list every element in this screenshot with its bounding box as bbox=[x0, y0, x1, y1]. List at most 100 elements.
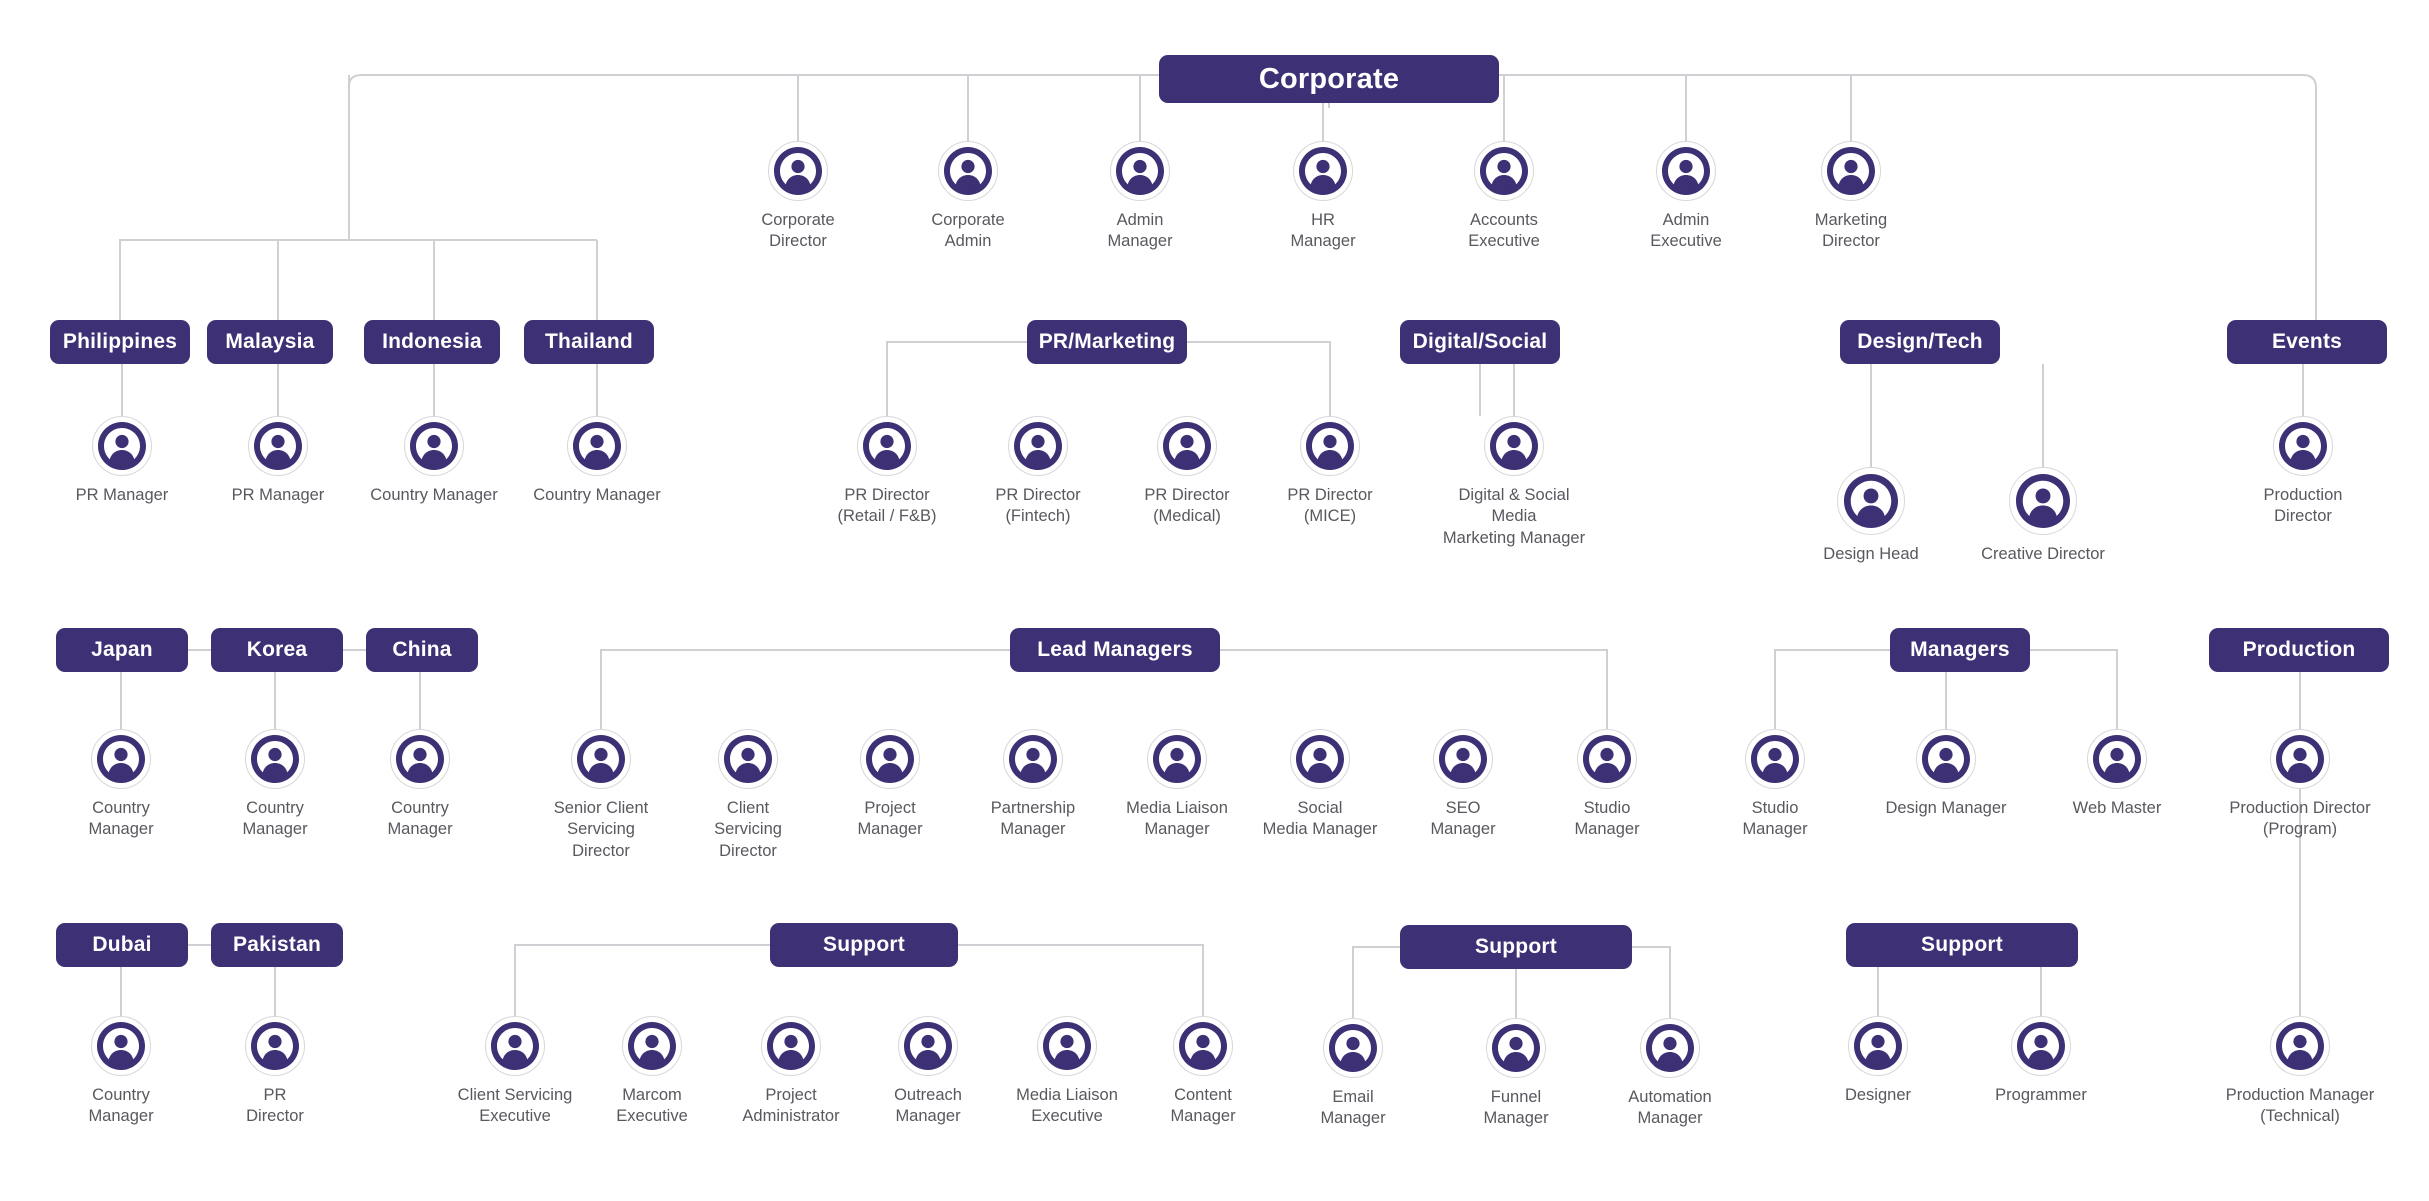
person-funnel-manager[interactable]: Funnel Manager bbox=[1441, 1018, 1591, 1130]
box-china[interactable]: China bbox=[366, 628, 478, 672]
box-indonesia[interactable]: Indonesia bbox=[364, 320, 500, 364]
person-production-director[interactable]: Production Director bbox=[2228, 416, 2378, 528]
person-glyph-icon bbox=[2279, 422, 2327, 470]
person-client-servicing-dir[interactable]: Client Servicing Director bbox=[673, 729, 823, 862]
person-senior-client-servicing[interactable]: Senior Client Servicing Director bbox=[526, 729, 676, 862]
person-email-manager[interactable]: Email Manager bbox=[1278, 1018, 1428, 1130]
person-glyph-icon bbox=[904, 1022, 952, 1070]
box-pakistan[interactable]: Pakistan bbox=[211, 923, 343, 967]
person-media-liaison-manager[interactable]: Media Liaison Manager bbox=[1102, 729, 1252, 841]
person-media-liaison-exec[interactable]: Media Liaison Executive bbox=[992, 1016, 1142, 1128]
person-admin-executive[interactable]: Admin Executive bbox=[1611, 141, 1761, 253]
box-thailand[interactable]: Thailand bbox=[524, 320, 654, 364]
person-role-label: Project Manager bbox=[857, 799, 923, 839]
person-avatar-icon bbox=[1474, 141, 1534, 201]
person-partnership-manager[interactable]: Partnership Manager bbox=[958, 729, 1108, 841]
box-dubai[interactable]: Dubai bbox=[56, 923, 188, 967]
person-design-manager[interactable]: Design Manager bbox=[1871, 729, 2021, 819]
person-my-pr-manager[interactable]: PR Manager bbox=[203, 416, 353, 506]
person-role-label: Production Director bbox=[2263, 486, 2343, 526]
box-japan[interactable]: Japan bbox=[56, 628, 188, 672]
person-project-administrator[interactable]: Project Administrator bbox=[716, 1016, 866, 1128]
person-programmer[interactable]: Programmer bbox=[1966, 1016, 2116, 1106]
person-studio-manager-lead[interactable]: Studio Manager bbox=[1532, 729, 1682, 841]
box-leadmanagers[interactable]: Lead Managers bbox=[1010, 628, 1220, 672]
person-avatar-icon bbox=[1293, 141, 1353, 201]
person-design-head[interactable]: Design Head bbox=[1796, 467, 1946, 565]
person-pr-director-retail[interactable]: PR Director (Retail / F&B) bbox=[812, 416, 962, 528]
person-role-label: Country Manager bbox=[370, 486, 498, 504]
person-marcom-executive[interactable]: Marcom Executive bbox=[577, 1016, 727, 1128]
person-glyph-icon bbox=[1439, 735, 1487, 783]
box-production[interactable]: Production bbox=[2209, 628, 2389, 672]
person-role-label: Country Manager bbox=[533, 486, 661, 504]
person-avatar-icon bbox=[1037, 1016, 1097, 1076]
person-role-label: Studio Manager bbox=[1742, 799, 1808, 839]
person-avatar-icon bbox=[567, 416, 627, 476]
person-production-manager-tech[interactable]: Production Manager (Technical) bbox=[2225, 1016, 2375, 1128]
person-web-master[interactable]: Web Master bbox=[2042, 729, 2192, 819]
person-role-label: Design Head bbox=[1823, 545, 1919, 563]
box-managers[interactable]: Managers bbox=[1890, 628, 2030, 672]
person-creative-director[interactable]: Creative Director bbox=[1968, 467, 2118, 565]
person-avatar-icon bbox=[1577, 729, 1637, 789]
person-digital-social-mm[interactable]: Digital & Social Media Marketing Manager bbox=[1439, 416, 1589, 549]
person-dubai-country-manager[interactable]: Country Manager bbox=[46, 1016, 196, 1128]
person-client-servicing-exec[interactable]: Client Servicing Executive bbox=[440, 1016, 590, 1128]
person-th-country-manager[interactable]: Country Manager bbox=[522, 416, 672, 506]
box-philippines[interactable]: Philippines bbox=[50, 320, 190, 364]
person-pr-director-fintech[interactable]: PR Director (Fintech) bbox=[963, 416, 1113, 528]
person-id-country-manager[interactable]: Country Manager bbox=[359, 416, 509, 506]
person-hr-manager[interactable]: HR Manager bbox=[1248, 141, 1398, 253]
person-avatar-icon bbox=[1003, 729, 1063, 789]
person-avatar-icon bbox=[91, 1016, 151, 1076]
person-glyph-icon bbox=[1153, 735, 1201, 783]
person-glyph-icon bbox=[1844, 474, 1898, 528]
person-production-director-prog[interactable]: Production Director (Program) bbox=[2225, 729, 2375, 841]
person-glyph-icon bbox=[1922, 735, 1970, 783]
box-korea[interactable]: Korea bbox=[211, 628, 343, 672]
person-glyph-icon bbox=[774, 147, 822, 195]
person-automation-manager[interactable]: Automation Manager bbox=[1595, 1018, 1745, 1130]
person-social-media-manager[interactable]: Social Media Manager bbox=[1245, 729, 1395, 841]
person-role-label: Partnership Manager bbox=[990, 799, 1076, 839]
person-outreach-manager[interactable]: Outreach Manager bbox=[853, 1016, 1003, 1128]
person-glyph-icon bbox=[2276, 1022, 2324, 1070]
person-jp-country-manager[interactable]: Country Manager bbox=[46, 729, 196, 841]
person-role-label: Accounts Executive bbox=[1468, 211, 1540, 251]
box-digitalsocial[interactable]: Digital/Social bbox=[1400, 320, 1560, 364]
box-designtech[interactable]: Design/Tech bbox=[1840, 320, 2000, 364]
box-events[interactable]: Events bbox=[2227, 320, 2387, 364]
person-role-label: Creative Director bbox=[1981, 545, 2105, 563]
box-support3[interactable]: Support bbox=[1846, 923, 2078, 967]
person-avatar-icon bbox=[1157, 416, 1217, 476]
person-pr-director-medical[interactable]: PR Director (Medical) bbox=[1112, 416, 1262, 528]
person-role-label: Programmer bbox=[1995, 1086, 2087, 1104]
box-prmarketing[interactable]: PR/Marketing bbox=[1027, 320, 1187, 364]
person-avatar-icon bbox=[898, 1016, 958, 1076]
person-glyph-icon bbox=[577, 735, 625, 783]
person-role-label: PR Director (Fintech) bbox=[995, 486, 1081, 526]
person-role-label: Email Manager bbox=[1320, 1088, 1386, 1128]
person-pr-director-mice[interactable]: PR Director (MICE) bbox=[1255, 416, 1405, 528]
box-malaysia[interactable]: Malaysia bbox=[207, 320, 333, 364]
person-corporate-admin[interactable]: Corporate Admin bbox=[893, 141, 1043, 253]
person-project-manager[interactable]: Project Manager bbox=[815, 729, 965, 841]
person-cn-country-manager[interactable]: Country Manager bbox=[345, 729, 495, 841]
person-seo-manager[interactable]: SEO Manager bbox=[1388, 729, 1538, 841]
person-pakistan-pr-director[interactable]: PR Director bbox=[200, 1016, 350, 1128]
person-role-label: Country Manager bbox=[242, 799, 308, 839]
box-support1[interactable]: Support bbox=[770, 923, 958, 967]
person-marketing-director[interactable]: Marketing Director bbox=[1776, 141, 1926, 253]
person-admin-manager[interactable]: Admin Manager bbox=[1065, 141, 1215, 253]
box-support2[interactable]: Support bbox=[1400, 925, 1632, 969]
box-corporate[interactable]: Corporate bbox=[1159, 55, 1499, 103]
person-glyph-icon bbox=[1490, 422, 1538, 470]
person-content-manager[interactable]: Content Manager bbox=[1128, 1016, 1278, 1128]
person-designer[interactable]: Designer bbox=[1803, 1016, 1953, 1106]
person-kr-country-manager[interactable]: Country Manager bbox=[200, 729, 350, 841]
person-corporate-director[interactable]: Corporate Director bbox=[723, 141, 873, 253]
person-accounts-executive[interactable]: Accounts Executive bbox=[1429, 141, 1579, 253]
person-studio-manager-mgrs[interactable]: Studio Manager bbox=[1700, 729, 1850, 841]
person-ph-pr-manager[interactable]: PR Manager bbox=[47, 416, 197, 506]
